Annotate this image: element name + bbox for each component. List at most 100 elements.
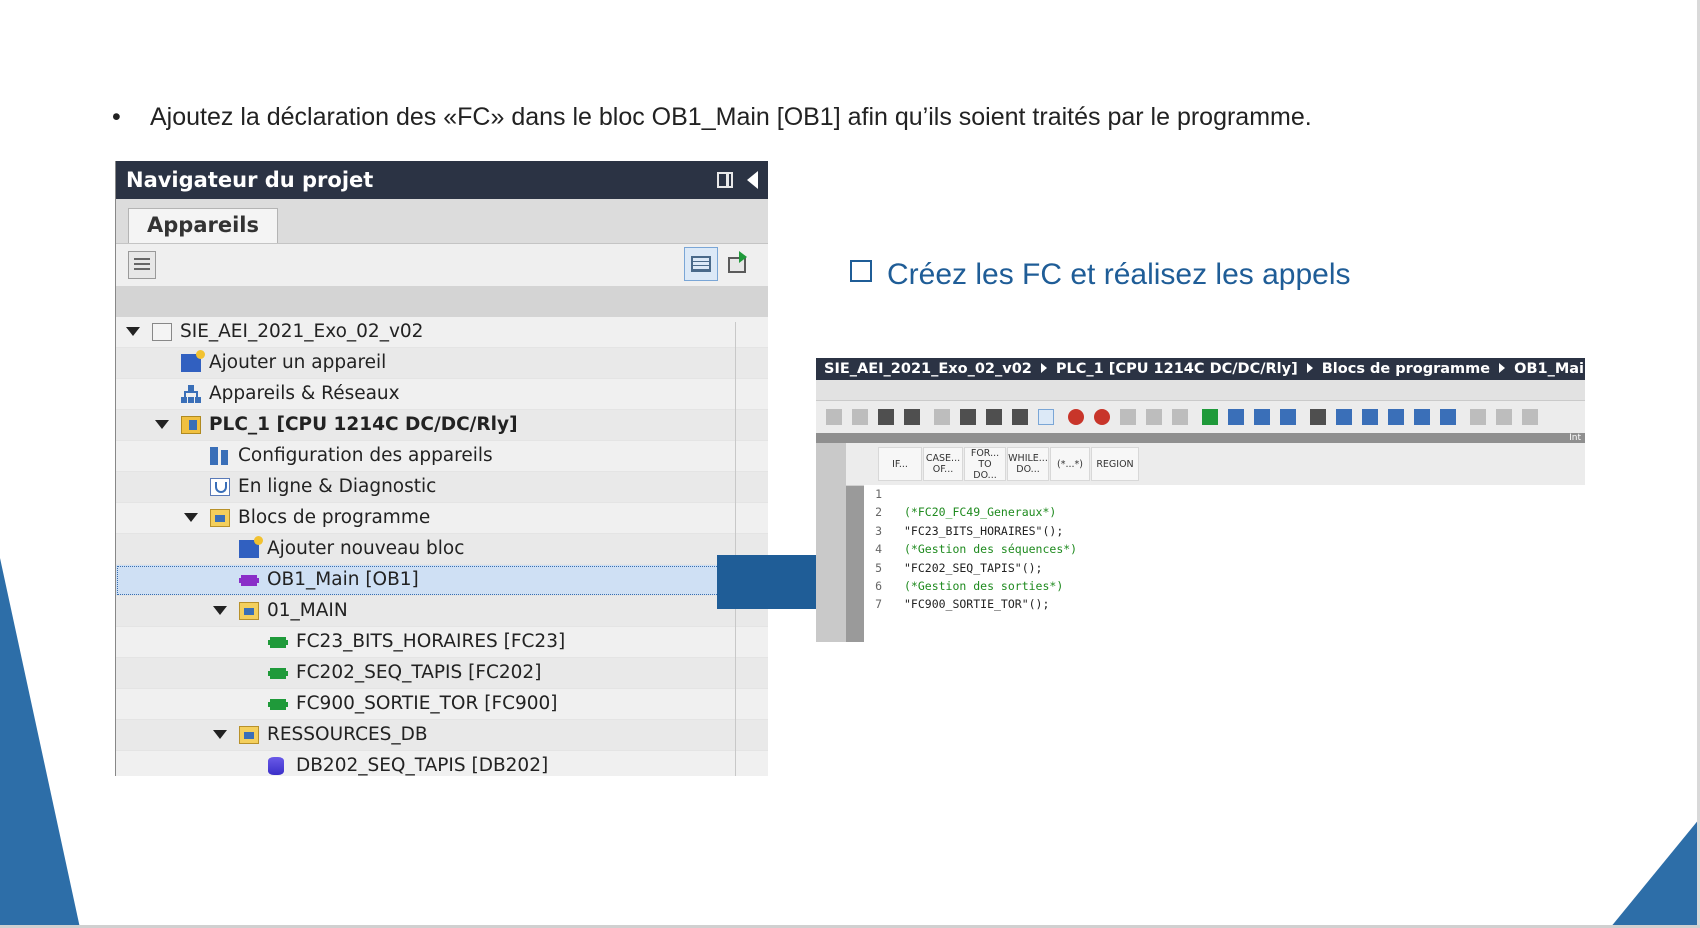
code-comment: (*Gestion des sorties*): [904, 578, 1064, 593]
tree-item-label: Ajouter nouveau bloc: [267, 538, 465, 559]
breadcrumb-ob1[interactable]: OB1_Main [OB1]: [1514, 361, 1585, 377]
breadcrumb-project[interactable]: SIE_AEI_2021_Exo_02_v02: [824, 361, 1032, 377]
jump-icon[interactable]: [1280, 409, 1296, 425]
details-view-icon[interactable]: [684, 247, 718, 281]
keyword-for[interactable]: FOR... TO DO...: [964, 447, 1006, 481]
navigator-toolbar: [116, 244, 768, 286]
expand-arrow-icon[interactable]: [213, 730, 227, 739]
program-blocks-folder-icon: [210, 509, 230, 527]
code-line[interactable]: 4 (*Gestion des séquences*): [864, 540, 1585, 558]
properties-icon[interactable]: [128, 251, 156, 279]
code-line[interactable]: 3 "FC23_BITS_HORAIRES"();: [864, 522, 1585, 540]
expand-arrow-icon[interactable]: [213, 606, 227, 615]
open-icon[interactable]: [1120, 409, 1136, 425]
code-line[interactable]: 7 "FC900_SORTIE_TOR"();: [864, 595, 1585, 613]
interface-label[interactable]: Int: [1569, 433, 1581, 443]
close-icon[interactable]: [1146, 409, 1162, 425]
compare-icon[interactable]: [1470, 409, 1486, 425]
tree-item[interactable]: PLC_1 [CPU 1214C DC/DC/Rly]: [116, 410, 768, 441]
navigate-icon[interactable]: [1336, 409, 1352, 425]
device-config-icon: [210, 447, 230, 465]
code-comment: (*FC20_FC49_Generaux*): [904, 505, 1057, 520]
tree-item-label: FC900_SORTIE_TOR [FC900]: [296, 693, 558, 714]
tree-item[interactable]: FC23_BITS_HORAIRES [FC23]: [116, 627, 768, 658]
collapse-left-icon[interactable]: [747, 171, 758, 189]
line-number: 5: [875, 560, 882, 575]
code-line[interactable]: 5 "FC202_SEQ_TAPIS"();: [864, 559, 1585, 577]
tree-item[interactable]: SIE_AEI_2021_Exo_02_v02: [116, 317, 768, 348]
add-block-icon: [239, 536, 263, 558]
tree-item[interactable]: OB1_Main [OB1]: [116, 565, 768, 596]
keyword-area: IF... CASE... OF... FOR... TO DO... WHIL…: [846, 443, 1585, 486]
align-icon[interactable]: [1310, 409, 1326, 425]
glasses-alt-icon[interactable]: [1522, 409, 1538, 425]
tree-item[interactable]: Configuration des appareils: [116, 441, 768, 472]
return-icon[interactable]: [1414, 409, 1430, 425]
tree-item[interactable]: Ajouter un appareil: [116, 348, 768, 379]
keyword-while[interactable]: WHILE... DO...: [1007, 447, 1049, 481]
bottom-left-decoration: [0, 558, 80, 928]
step-in-icon[interactable]: [1228, 409, 1244, 425]
folder-icon: [239, 726, 259, 744]
tree-item[interactable]: FC202_SEQ_TAPIS [FC202]: [116, 658, 768, 689]
glasses-icon[interactable]: [1496, 409, 1512, 425]
keyword-region[interactable]: REGION: [1091, 447, 1139, 481]
keyword-if[interactable]: IF...: [878, 447, 922, 481]
keyword-case[interactable]: CASE... OF...: [923, 447, 963, 481]
call-icon[interactable]: [1388, 409, 1404, 425]
tree-item-label: Blocs de programme: [238, 507, 431, 528]
refresh-icon[interactable]: [1440, 409, 1456, 425]
navigator-titlebar: Navigateur du projet: [116, 161, 768, 199]
navigator-header-strip: [116, 286, 768, 317]
monitor-icon[interactable]: [1012, 409, 1028, 425]
delete-network-icon[interactable]: [852, 409, 868, 425]
network-icon: [181, 385, 201, 403]
tree-item[interactable]: FC900_SORTIE_TOR [FC900]: [116, 689, 768, 720]
db-block-icon: [268, 757, 284, 775]
overview-icon[interactable]: [726, 249, 756, 279]
tree-item[interactable]: En ligne & Diagnostic: [116, 472, 768, 503]
breadcrumb-plc[interactable]: PLC_1 [CPU 1214C DC/DC/Rly]: [1056, 361, 1298, 377]
breadcrumb-program-blocks[interactable]: Blocs de programme: [1322, 361, 1490, 377]
delete-row-icon[interactable]: [904, 409, 920, 425]
tab-appareils[interactable]: Appareils: [128, 208, 278, 243]
step-out-icon[interactable]: [1254, 409, 1270, 425]
subheading: Créez les FC et réalisez les appels: [850, 258, 1351, 292]
online-diagnostic-icon: [210, 478, 230, 496]
editor-left-gutter: [816, 443, 846, 642]
code-statement: "FC202_SEQ_TAPIS"();: [904, 560, 1043, 575]
expand-arrow-icon[interactable]: [126, 327, 140, 336]
code-line[interactable]: 1: [864, 485, 1585, 503]
tree-item-label: 01_MAIN: [267, 600, 348, 621]
expand-arrow-icon[interactable]: [184, 513, 198, 522]
stop-icon[interactable]: [1068, 409, 1084, 425]
indent-icon[interactable]: [960, 409, 976, 425]
tree-item[interactable]: DB202_SEQ_TAPIS [DB202]: [116, 751, 768, 776]
comment-icon[interactable]: [934, 409, 950, 425]
expand-arrow-icon[interactable]: [155, 420, 169, 429]
code-area[interactable]: 1 2 (*FC20_FC49_Generaux*) 3 "FC23_BITS_HORA…: [864, 485, 1585, 642]
code-line[interactable]: 6 (*Gestion des sorties*): [864, 577, 1585, 595]
ob-block-icon: [239, 571, 259, 589]
highlight-icon[interactable]: [1038, 409, 1054, 425]
project-icon: [152, 323, 172, 341]
view-icon[interactable]: [1172, 409, 1188, 425]
code-comment: (*Gestion des séquences*): [904, 542, 1078, 557]
download-icon[interactable]: [1202, 409, 1218, 425]
keyword-comment[interactable]: (*...*): [1050, 447, 1090, 481]
outdent-icon[interactable]: [986, 409, 1002, 425]
code-statement: "FC900_SORTIE_TOR"();: [904, 597, 1050, 612]
insert-row-icon[interactable]: [878, 409, 894, 425]
split-pane-icon[interactable]: [717, 172, 733, 188]
code-line[interactable]: 2 (*FC20_FC49_Generaux*): [864, 503, 1585, 521]
tree-item-label: DB202_SEQ_TAPIS [DB202]: [296, 755, 549, 776]
tree-item[interactable]: RESSOURCES_DB: [116, 720, 768, 751]
tree-item[interactable]: Appareils & Réseaux: [116, 379, 768, 410]
breakpoint-icon[interactable]: [1362, 409, 1378, 425]
tree-item[interactable]: Ajouter nouveau bloc: [116, 534, 768, 565]
error-icon[interactable]: [1094, 409, 1110, 425]
tree-item[interactable]: Blocs de programme: [116, 503, 768, 534]
insert-network-icon[interactable]: [826, 409, 842, 425]
tree-item[interactable]: 01_MAIN: [116, 596, 768, 627]
add-device-icon: [181, 350, 205, 372]
